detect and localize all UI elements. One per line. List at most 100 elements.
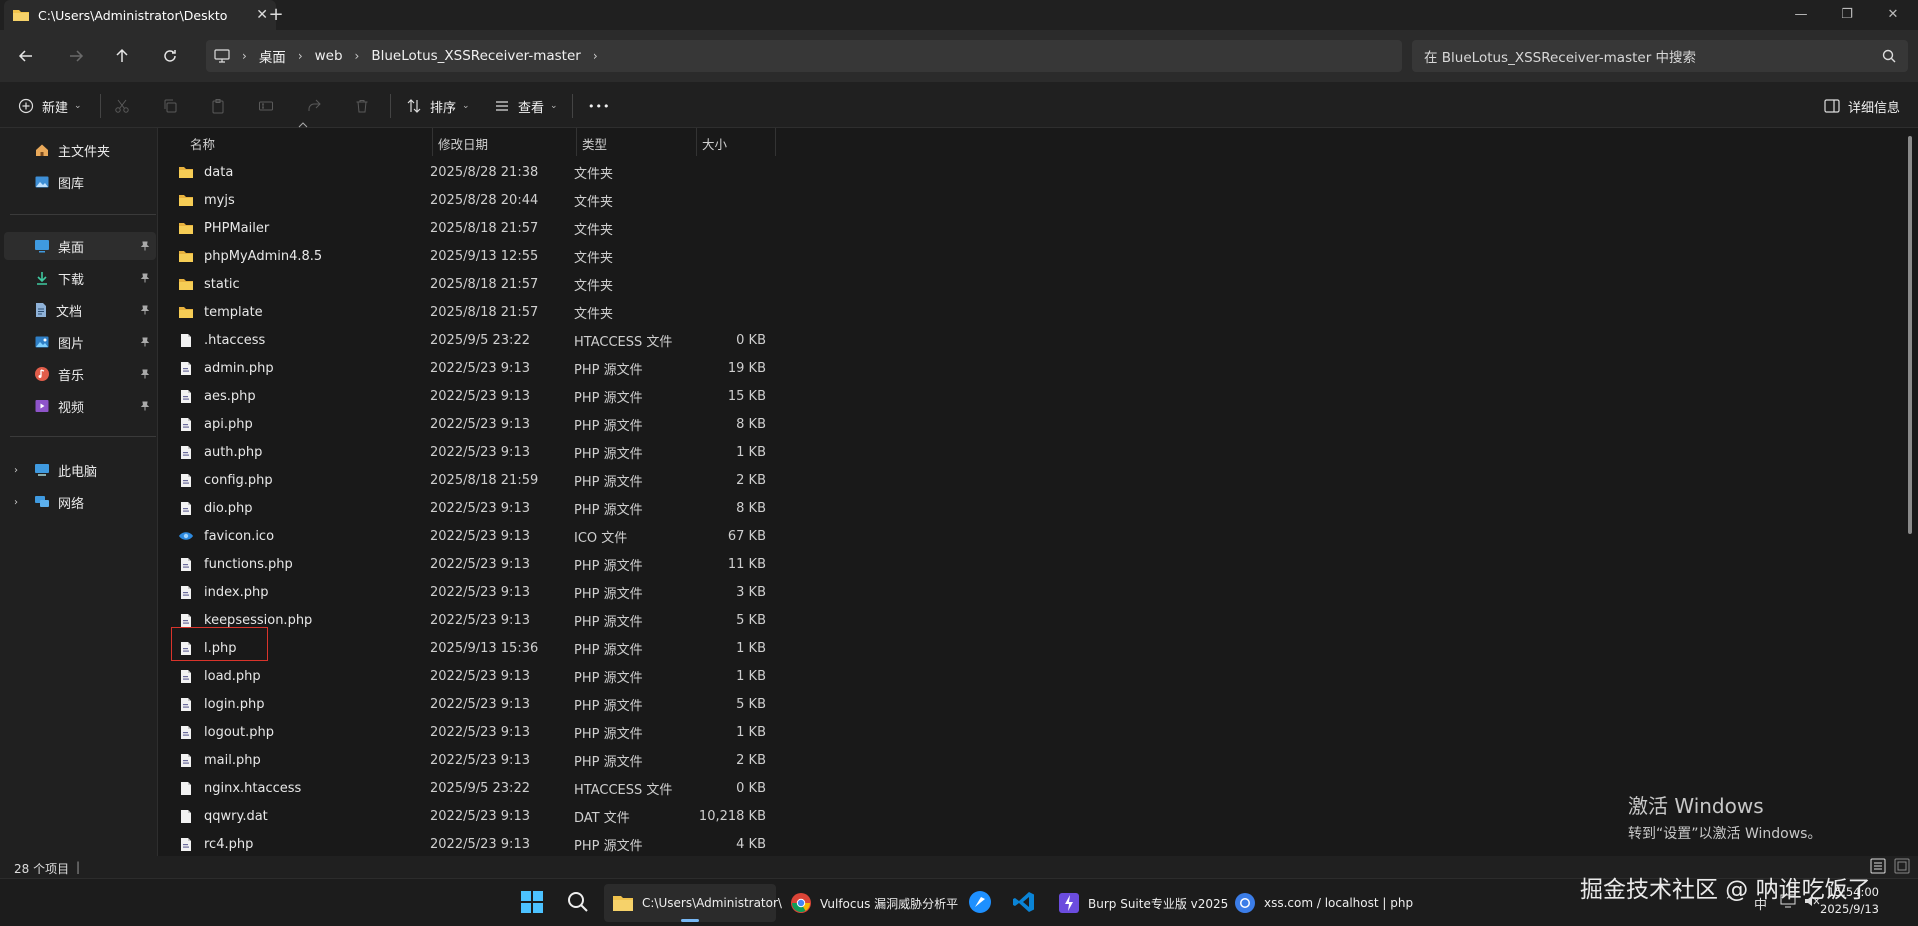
chevron-down-icon: ⌄ [550, 101, 558, 111]
breadcrumb-current-folder[interactable]: BlueLotus_XSSReceiver-master [361, 48, 590, 64]
vertical-scrollbar[interactable] [1908, 136, 1912, 534]
file-row[interactable]: dio.php 2022/5/23 9:13 PHP 源文件 8 KB [168, 494, 776, 522]
file-row[interactable]: rc4.php 2022/5/23 9:13 PHP 源文件 4 KB [168, 830, 776, 858]
chevron-right-icon[interactable]: › [230, 49, 249, 63]
file-size: 67 KB [727, 528, 766, 544]
chevron-right-icon[interactable]: › [591, 49, 600, 63]
forward-button[interactable] [62, 42, 90, 70]
breadcrumb-web[interactable]: web [305, 48, 353, 64]
details-pane-icon [1822, 96, 1842, 116]
column-header-date[interactable]: 修改日期 [438, 134, 574, 154]
file-row[interactable]: template 2025/8/18 21:57 文件夹 [168, 298, 776, 326]
column-header-size[interactable]: 大小 [702, 134, 772, 154]
sidebar-item-documents[interactable]: 文档 [4, 296, 156, 324]
view-button[interactable]: 查看 ⌄ [492, 94, 558, 118]
chevron-right-icon[interactable]: › [353, 49, 362, 63]
tiles-view-icon[interactable] [1894, 858, 1910, 874]
sidebar-item-label: 桌面 [58, 240, 85, 256]
column-divider[interactable] [432, 128, 433, 156]
up-button[interactable] [108, 42, 136, 70]
expand-chevron-icon[interactable]: › [14, 497, 18, 508]
browser-icon[interactable] [968, 890, 992, 914]
tab-active[interactable]: C:\Users\Administrator\Deskto ✕ [4, 0, 276, 30]
sidebar-item-downloads[interactable]: 下载 [4, 264, 156, 292]
file-row[interactable]: admin.php 2022/5/23 9:13 PHP 源文件 19 KB [168, 354, 776, 382]
rename-button[interactable] [256, 94, 276, 118]
plus-circle-icon [16, 96, 36, 116]
maximize-button[interactable]: ❐ [1824, 0, 1870, 30]
vscode-icon[interactable] [1012, 890, 1036, 914]
column-divider[interactable] [775, 128, 776, 156]
taskbar-search-icon[interactable] [566, 890, 590, 914]
system-clock[interactable]: 15:54:00 2025/9/13 [1820, 884, 1879, 918]
file-row[interactable]: auth.php 2022/5/23 9:13 PHP 源文件 1 KB [168, 438, 776, 466]
file-row[interactable]: api.php 2022/5/23 9:13 PHP 源文件 8 KB [168, 410, 776, 438]
taskbar-app-label: Burp Suite专业版 v2025 [1088, 896, 1229, 911]
minimize-button[interactable]: — [1778, 0, 1824, 30]
windows-start-icon[interactable] [520, 890, 544, 914]
file-row[interactable]: data 2025/8/28 21:38 文件夹 [168, 158, 776, 186]
column-divider[interactable] [696, 128, 697, 156]
close-window-button[interactable]: ✕ [1870, 0, 1916, 30]
delete-button[interactable] [352, 94, 372, 118]
cut-button[interactable] [112, 94, 132, 118]
details-view-icon[interactable] [1870, 858, 1886, 874]
display-icon[interactable] [1780, 894, 1796, 908]
sidebar-item-videos[interactable]: 视频 [4, 392, 156, 420]
sidebar-item-music[interactable]: 音乐 [4, 360, 156, 388]
file-row[interactable]: static 2025/8/18 21:57 文件夹 [168, 270, 776, 298]
sidebar-item-desktop[interactable]: 桌面 [4, 232, 156, 260]
file-row[interactable]: config.php 2025/8/18 21:59 PHP 源文件 2 KB [168, 466, 776, 494]
file-row[interactable]: logout.php 2022/5/23 9:13 PHP 源文件 1 KB [168, 718, 776, 746]
file-row[interactable]: login.php 2022/5/23 9:13 PHP 源文件 5 KB [168, 690, 776, 718]
column-header-type[interactable]: 类型 [582, 134, 692, 154]
sidebar-item-gallery[interactable]: 图库 [4, 168, 156, 196]
expand-chevron-icon[interactable]: › [14, 465, 18, 476]
breadcrumb-desktop[interactable]: 桌面 [249, 46, 296, 66]
column-divider[interactable] [576, 128, 577, 156]
search-input[interactable]: 在 BlueLotus_XSSReceiver-master 中搜索 [1412, 40, 1908, 72]
file-row[interactable]: phpMyAdmin4.8.5 2025/9/13 12:55 文件夹 [168, 242, 776, 270]
copy-button[interactable] [160, 94, 180, 118]
refresh-button[interactable] [156, 42, 184, 70]
ime-indicator[interactable]: 中 [1754, 894, 1767, 913]
more-options-button[interactable]: ••• [588, 94, 610, 118]
new-button[interactable]: 新建 ⌄ [16, 94, 82, 118]
file-date: 2022/5/23 9:13 [430, 360, 530, 376]
details-button[interactable]: 详细信息 [1822, 94, 1900, 118]
file-size: 8 KB [736, 500, 766, 516]
sidebar-item-home[interactable]: 主文件夹 [4, 136, 156, 164]
taskbar-app-explorer[interactable]: C:\Users\Administrator\ [604, 884, 782, 922]
file-row[interactable]: favicon.ico 2022/5/23 9:13 ICO 文件 67 KB [168, 522, 776, 550]
file-date: 2025/9/13 12:55 [430, 248, 539, 264]
share-button[interactable] [304, 94, 324, 118]
file-row[interactable]: myjs 2025/8/28 20:44 文件夹 [168, 186, 776, 214]
paste-button[interactable] [208, 94, 228, 118]
file-row[interactable]: .htaccess 2025/9/5 23:22 HTACCESS 文件 0 KB [168, 326, 776, 354]
file-row[interactable]: mail.php 2022/5/23 9:13 PHP 源文件 2 KB [168, 746, 776, 774]
file-row[interactable]: functions.php 2022/5/23 9:13 PHP 源文件 11 KB [168, 550, 776, 578]
taskbar-app-chrome[interactable]: Vulfocus 漏洞威胁分析平 [782, 884, 958, 922]
clock-time: 15:54:00 [1827, 885, 1879, 899]
tray-overflow-icon[interactable]: ⌃ [1724, 894, 1735, 909]
taskbar-app-browser[interactable]: xss.com / localhost | php [1226, 884, 1413, 922]
file-row[interactable]: aes.php 2022/5/23 9:13 PHP 源文件 15 KB [168, 382, 776, 410]
file-row[interactable]: index.php 2022/5/23 9:13 PHP 源文件 3 KB [168, 578, 776, 606]
new-tab-button[interactable]: + [264, 4, 288, 28]
sidebar-item-this-pc[interactable]: › 此电脑 [4, 456, 156, 484]
taskbar-app-burp[interactable]: Burp Suite专业版 v2025 [1050, 884, 1228, 922]
chevron-right-icon[interactable]: › [296, 49, 305, 63]
file-row[interactable]: load.php 2022/5/23 9:13 PHP 源文件 1 KB [168, 662, 776, 690]
sidebar-item-pictures[interactable]: 图片 [4, 328, 156, 356]
sort-button[interactable]: 排序 ⌄ [404, 94, 470, 118]
file-name: dio.php [204, 500, 253, 516]
volume-muted-icon[interactable] [1804, 894, 1820, 908]
file-row[interactable]: qqwry.dat 2022/5/23 9:13 DAT 文件 10,218 KB [168, 802, 776, 830]
back-button[interactable] [12, 42, 40, 70]
file-name: aes.php [204, 388, 256, 404]
column-header-name[interactable]: 名称 [190, 134, 430, 154]
file-row[interactable]: nginx.htaccess 2025/9/5 23:22 HTACCESS 文件 0… [168, 774, 776, 802]
sidebar-item-network[interactable]: › 网络 [4, 488, 156, 516]
file-size: 5 KB [736, 612, 766, 628]
file-row[interactable]: PHPMailer 2025/8/18 21:57 文件夹 [168, 214, 776, 242]
